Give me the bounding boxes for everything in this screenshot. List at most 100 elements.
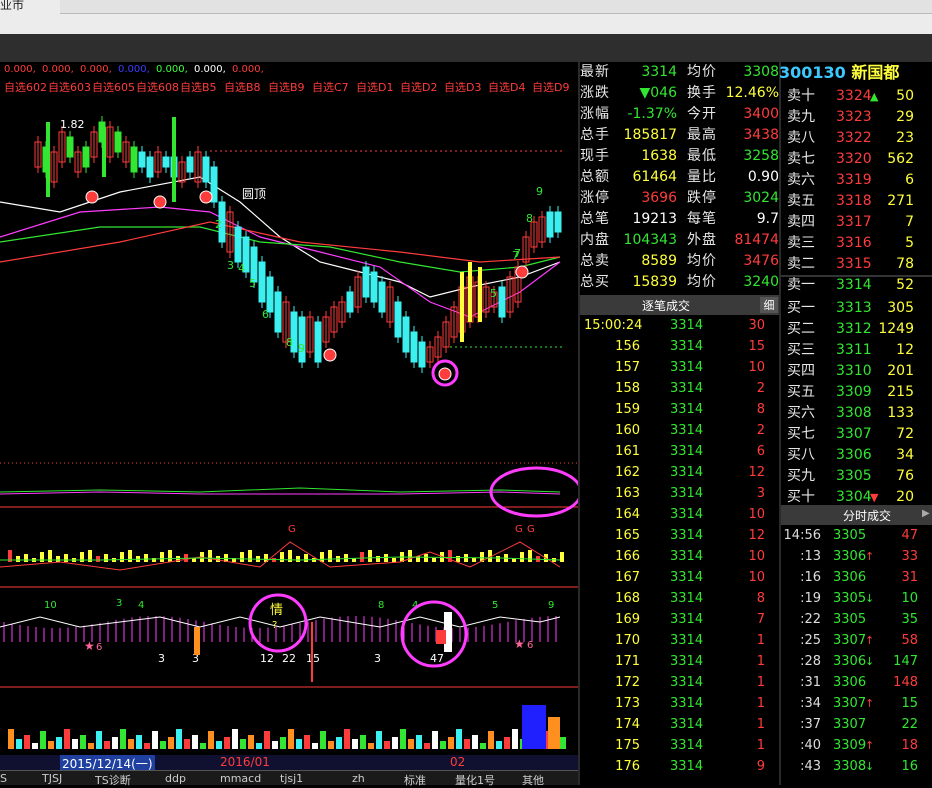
book-price: 3316: [836, 235, 872, 251]
macd-bar: [144, 554, 148, 562]
book-price: 3311: [836, 342, 872, 358]
book-row[interactable]: 卖五 3318 271: [781, 191, 932, 212]
book-row[interactable]: 买九 3305 76: [781, 466, 932, 487]
indicator-tab[interactable]: 标准: [404, 772, 426, 788]
bottom-number: 3: [158, 652, 165, 665]
tick-volume: 1: [756, 675, 765, 690]
tick-row: 159 3314 8: [580, 399, 779, 420]
indicator-tab[interactable]: TJSJ: [42, 772, 62, 785]
signal-bar: [436, 630, 446, 644]
kline-chart[interactable]: 0.000, 0.000, 0.000, 0.000, 0.000, 0.000, 0.00…: [0, 62, 578, 785]
quote-row: 总卖 8589 均价 3476: [580, 251, 779, 272]
tick-price: 3314: [670, 696, 704, 711]
book-row[interactable]: 卖六 3319 6: [781, 170, 932, 191]
watchlist-label: 自选B9: [268, 81, 305, 94]
quote-value: 3024: [743, 190, 779, 206]
book-volume: 562: [887, 151, 914, 167]
kline-chart-area[interactable]: 0.000, 0.000, 0.000, 0.000, 0.000, 0.000, 0.00…: [0, 62, 578, 785]
g-label: G: [515, 524, 523, 535]
book-label: 卖九: [787, 109, 815, 125]
indicator-tab[interactable]: TS诊断: [95, 772, 131, 788]
tick-price: 3314: [670, 528, 704, 543]
indicator-tab[interactable]: 量化1号: [455, 772, 495, 788]
tab-strip[interactable]: [60, 0, 932, 14]
tick-price: 3314: [670, 465, 704, 480]
book-row[interactable]: 卖九 3323 29: [781, 107, 932, 128]
book-row[interactable]: 买七 3307 72: [781, 424, 932, 445]
book-label: 买一: [787, 300, 815, 316]
book-row[interactable]: 卖四 3317 7: [781, 212, 932, 233]
book-volume: 271: [887, 193, 914, 209]
indicator-value: 0.000,: [194, 64, 226, 75]
quote-key: 均价: [687, 274, 717, 290]
book-row[interactable]: 卖二 3315 78: [781, 254, 932, 275]
tick-volume: 10: [748, 570, 765, 585]
top-number: 10: [44, 600, 57, 611]
quote-key: 涨停: [580, 190, 610, 206]
tick-price: 3314: [670, 339, 704, 354]
tick-time: 158: [615, 381, 640, 396]
ticks-header[interactable]: 逐笔成交 细: [580, 295, 779, 315]
indicator-tab[interactable]: S: [0, 772, 7, 785]
quote-value: 3696: [641, 190, 677, 206]
quote-key: 总笔: [580, 211, 610, 227]
candle-body: [402, 316, 410, 353]
indicator-tab[interactable]: ddp: [165, 772, 186, 785]
candle-body: [266, 276, 274, 313]
scroll-right-icon[interactable]: ▶: [922, 508, 932, 522]
book-row[interactable]: 买二 3312 1249: [781, 319, 932, 340]
macd-bar: [280, 552, 284, 562]
macd-bar: [368, 550, 372, 562]
book-label: 卖十: [787, 88, 815, 104]
top-number: 3: [116, 598, 122, 609]
top-number: 9: [548, 600, 554, 611]
indicator-tab[interactable]: mmacd: [220, 772, 261, 785]
fenshi-header-label: 分时成交: [843, 509, 892, 523]
indicator-tab[interactable]: zh: [352, 772, 365, 785]
volume-bar: [496, 741, 502, 749]
book-row[interactable]: 卖一 3314 52: [781, 275, 932, 296]
count-digit: 7: [514, 247, 521, 260]
tick-row: 176 3314 9: [580, 756, 779, 777]
book-row[interactable]: 卖十 3324 ▲ 50: [781, 86, 932, 107]
book-row[interactable]: 买六 3308 133: [781, 403, 932, 424]
volume-bar: [264, 731, 270, 749]
top-number: 5: [492, 600, 498, 611]
tick-time: 165: [615, 528, 640, 543]
indicator-tab[interactable]: 其他: [522, 772, 544, 788]
book-label: 买二: [787, 321, 815, 337]
book-row[interactable]: 卖七 3320 562: [781, 149, 932, 170]
quote-value: 3240: [743, 274, 779, 290]
macd-bar: [408, 550, 412, 562]
indicator-tab[interactable]: tjsj1: [280, 772, 303, 785]
detail-button[interactable]: 细: [760, 297, 778, 313]
volume-bar: [272, 741, 278, 749]
tick-time: 172: [615, 675, 640, 690]
tick-list: 15:00:24 3314 30 156 3314 15 157 3314 10 158 3314 2…: [580, 315, 779, 785]
signal-bar: [172, 117, 176, 202]
count-digit: 8: [526, 212, 533, 225]
quote-row: 涨跌 ▼046 换手 12.46%: [580, 83, 779, 104]
book-volume: 78: [896, 256, 914, 272]
macd-bar: [128, 550, 132, 562]
quote-key: 现手: [580, 148, 610, 164]
book-row[interactable]: 买一 3313 305: [781, 298, 932, 319]
tick-row: 158 3314 2: [580, 378, 779, 399]
tick-time: 162: [615, 465, 640, 480]
book-row[interactable]: 买四 3310 201: [781, 361, 932, 382]
tick-time: 168: [615, 591, 640, 606]
volume-bar: [480, 743, 486, 749]
book-row[interactable]: 买五 3309 215: [781, 382, 932, 403]
book-row[interactable]: 买八 3306 34: [781, 445, 932, 466]
book-row[interactable]: 买三 3311 12: [781, 340, 932, 361]
book-price: 3314: [836, 277, 872, 293]
candle-body: [418, 341, 426, 368]
book-row[interactable]: 卖三 3316 5: [781, 233, 932, 254]
tick-row: 167 3314 10: [580, 567, 779, 588]
quote-key: 内盘: [580, 232, 610, 248]
fenshi-header[interactable]: 分时成交 ▶: [781, 505, 932, 525]
book-row[interactable]: 卖八 3322 23: [781, 128, 932, 149]
bottom-number: 47: [430, 652, 444, 665]
candle-body: [498, 286, 506, 318]
count-digit: 8: [286, 336, 293, 349]
